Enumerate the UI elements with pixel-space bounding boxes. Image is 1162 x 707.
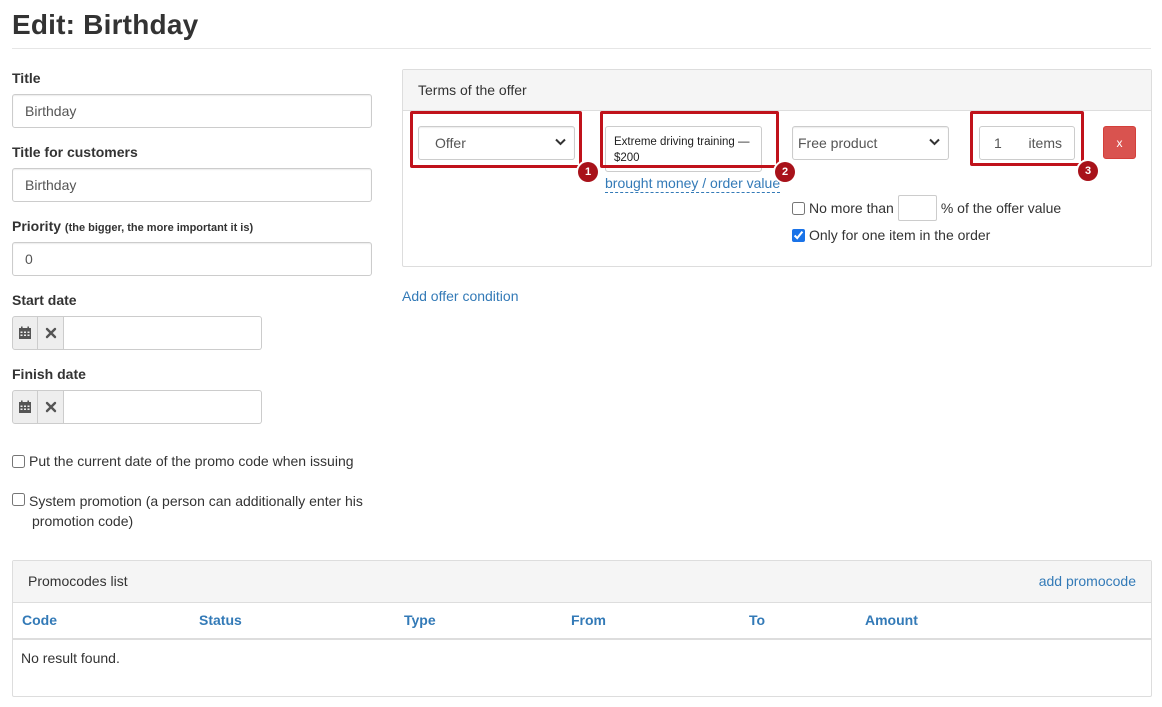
one-item-label: Only for one item in the order — [809, 227, 991, 243]
condition-select[interactable]: Offer — [418, 126, 575, 160]
one-item-option: Only for one item in the order — [792, 227, 990, 243]
current-date-option: Put the current date of the promo code w… — [12, 453, 354, 469]
finish-date-label: Finish date — [12, 366, 86, 382]
annotation-badge-1: 1 — [578, 162, 598, 182]
calendar-icon — [19, 400, 32, 413]
system-promo-label-line2: promotion code) — [32, 513, 134, 529]
system-promo-option: System promotion (a person can additiona… — [12, 491, 363, 531]
title-label: Title — [12, 70, 41, 86]
close-icon — [45, 327, 56, 339]
system-promo-label: System promotion (a person can additiona… — [29, 491, 363, 531]
product-line2: $200 — [614, 152, 640, 164]
annotation-badge-3: 3 — [1078, 161, 1098, 181]
start-date-label: Start date — [12, 292, 77, 308]
column-header-from[interactable]: From — [571, 612, 606, 628]
customer-title-label: Title for customers — [12, 144, 138, 160]
reward-select[interactable]: Free product — [792, 126, 949, 160]
reward-select-value: Free product — [798, 135, 878, 151]
current-date-label: Put the current date of the promo code w… — [29, 453, 354, 469]
priority-label: Priority (the bigger, the more important… — [12, 218, 253, 234]
finish-date-clear-button[interactable] — [38, 390, 64, 424]
percent-input[interactable] — [897, 195, 937, 221]
close-icon — [45, 401, 56, 413]
no-more-than-checkbox[interactable] — [792, 201, 805, 215]
quantity-input[interactable]: 1 items — [979, 126, 1075, 160]
chevron-down-icon — [929, 137, 940, 149]
current-date-checkbox[interactable] — [12, 455, 25, 468]
product-field[interactable]: Extreme driving training — $200 — [605, 126, 762, 172]
no-more-than-option: No more than % of the offer value — [792, 195, 1061, 221]
customer-title-input[interactable] — [12, 168, 372, 202]
table-header-divider — [13, 638, 1151, 640]
start-date-group — [12, 316, 262, 350]
annotation-badge-2: 2 — [775, 162, 795, 182]
condition-select-value: Offer — [435, 135, 466, 151]
title-divider — [12, 48, 1151, 49]
priority-input[interactable] — [12, 242, 372, 276]
column-header-type[interactable]: Type — [404, 612, 436, 628]
start-date-input[interactable] — [64, 316, 262, 350]
promocodes-panel: Promocodes list add promocode Code Statu… — [12, 560, 1152, 697]
finish-date-input[interactable] — [64, 390, 262, 424]
product-line1: Extreme driving training — — [614, 136, 750, 148]
terms-heading: Terms of the offer — [403, 70, 1151, 111]
start-date-calendar-button[interactable] — [12, 316, 39, 350]
page-title: Edit: Birthday — [12, 9, 199, 40]
quantity-value: 1 — [994, 135, 1002, 151]
no-more-than-label: No more than — [809, 200, 894, 216]
finish-date-calendar-button[interactable] — [12, 390, 39, 424]
one-item-checkbox[interactable] — [792, 228, 805, 242]
column-header-to[interactable]: To — [749, 612, 765, 628]
add-offer-condition-link[interactable]: Add offer condition — [402, 288, 519, 304]
column-header-amount[interactable]: Amount — [865, 612, 918, 628]
remove-condition-button[interactable]: x — [1103, 126, 1136, 159]
priority-hint: (the bigger, the more important it is) — [64, 222, 254, 234]
promocodes-heading: Promocodes list — [28, 573, 128, 589]
finish-date-group — [12, 390, 262, 424]
column-header-status[interactable]: Status — [199, 612, 242, 628]
offer-value-suffix: % of the offer value — [940, 200, 1062, 216]
empty-table-message: No result found. — [21, 650, 120, 666]
column-header-code[interactable]: Code — [22, 612, 57, 628]
calendar-icon — [19, 326, 32, 339]
promocodes-header: Promocodes list add promocode — [13, 561, 1151, 603]
system-promo-label-line1: System promotion (a person can additiona… — [29, 493, 363, 509]
brought-money-link[interactable]: brought money / order value — [605, 175, 781, 193]
quantity-unit: items — [1028, 135, 1062, 151]
add-promocode-link[interactable]: add promocode — [1039, 573, 1136, 589]
title-input[interactable] — [12, 94, 372, 128]
start-date-clear-button[interactable] — [38, 316, 64, 350]
chevron-down-icon — [555, 137, 566, 149]
priority-label-text: Priority — [12, 218, 62, 234]
system-promo-checkbox[interactable] — [12, 493, 25, 506]
